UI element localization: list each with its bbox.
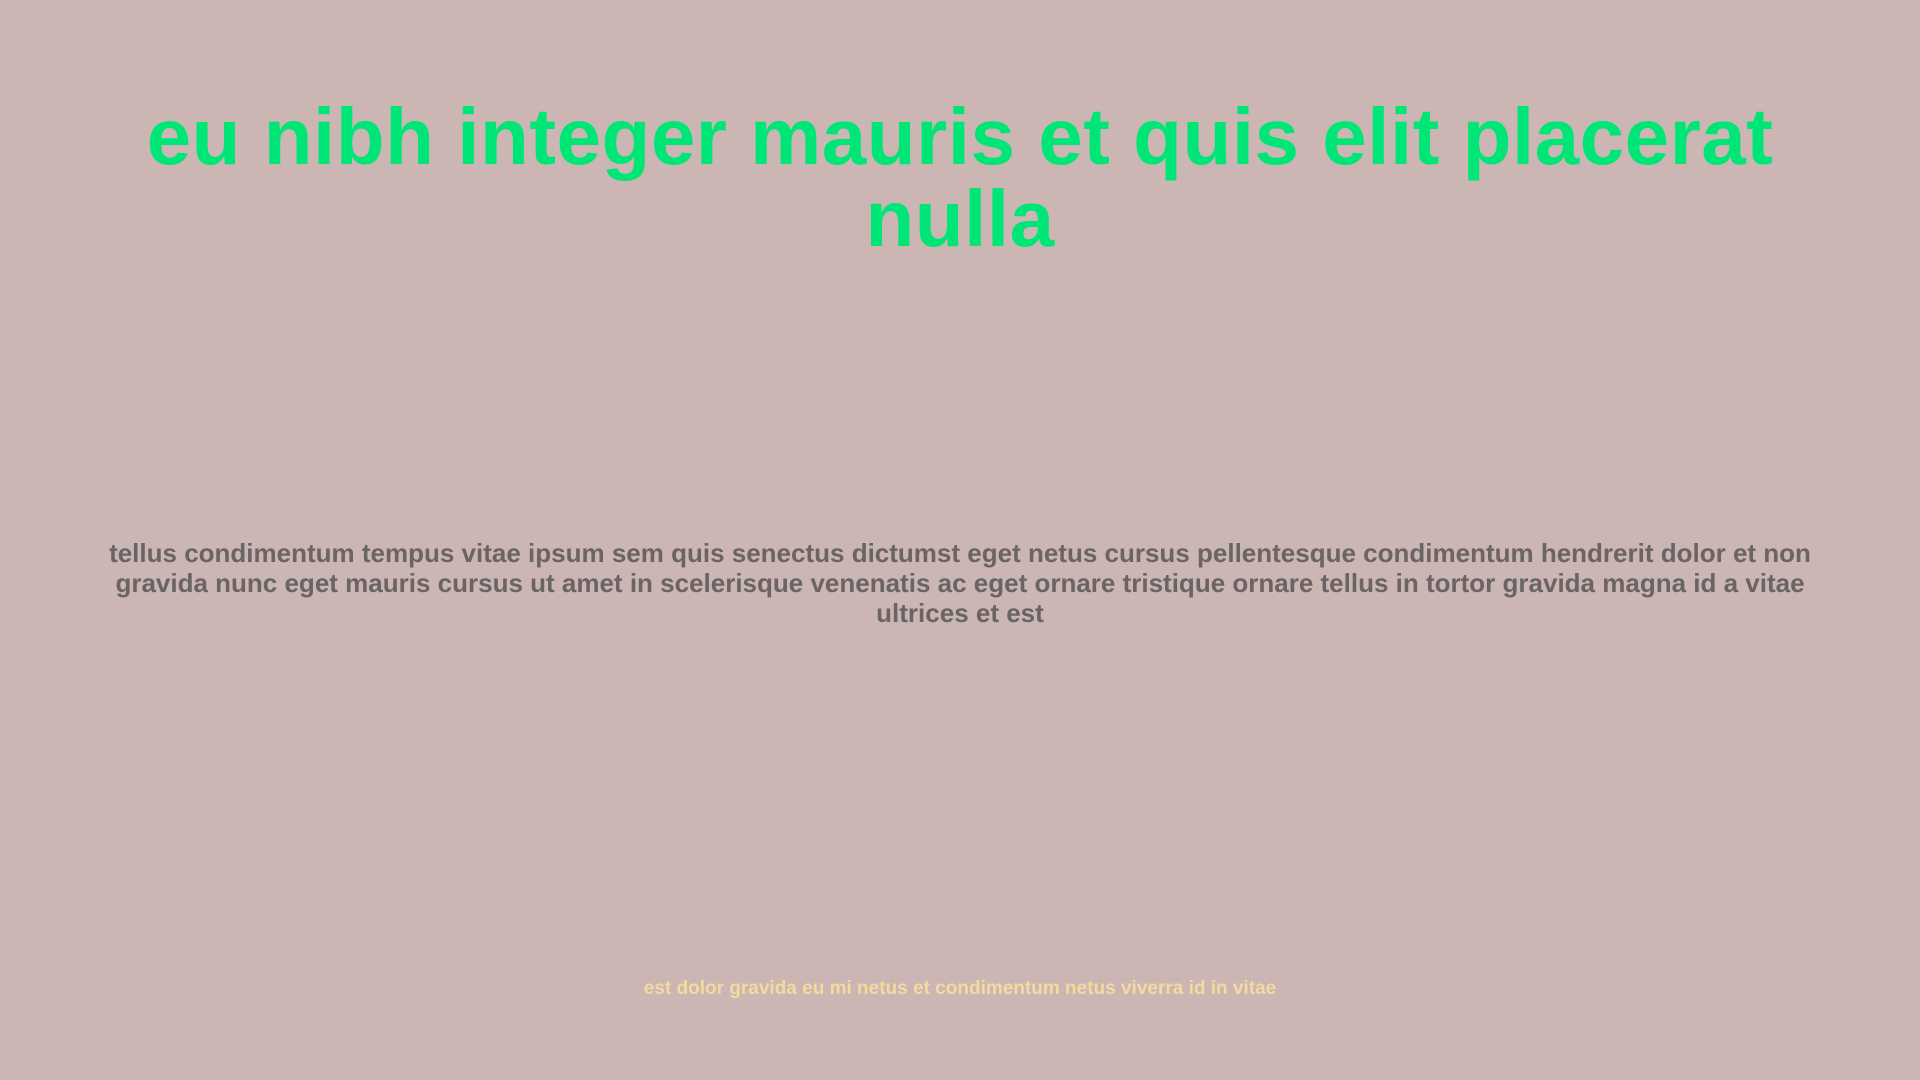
footer-text: est dolor gravida eu mi netus et condime… [643,978,1277,999]
page-title: eu nibh integer mauris et quis elit plac… [146,92,1774,263]
slide-page: eu nibh integer mauris et quis elit plac… [0,0,1920,1080]
body-paragraph: tellus condimentum tempus vitae ipsum se… [109,538,1811,628]
